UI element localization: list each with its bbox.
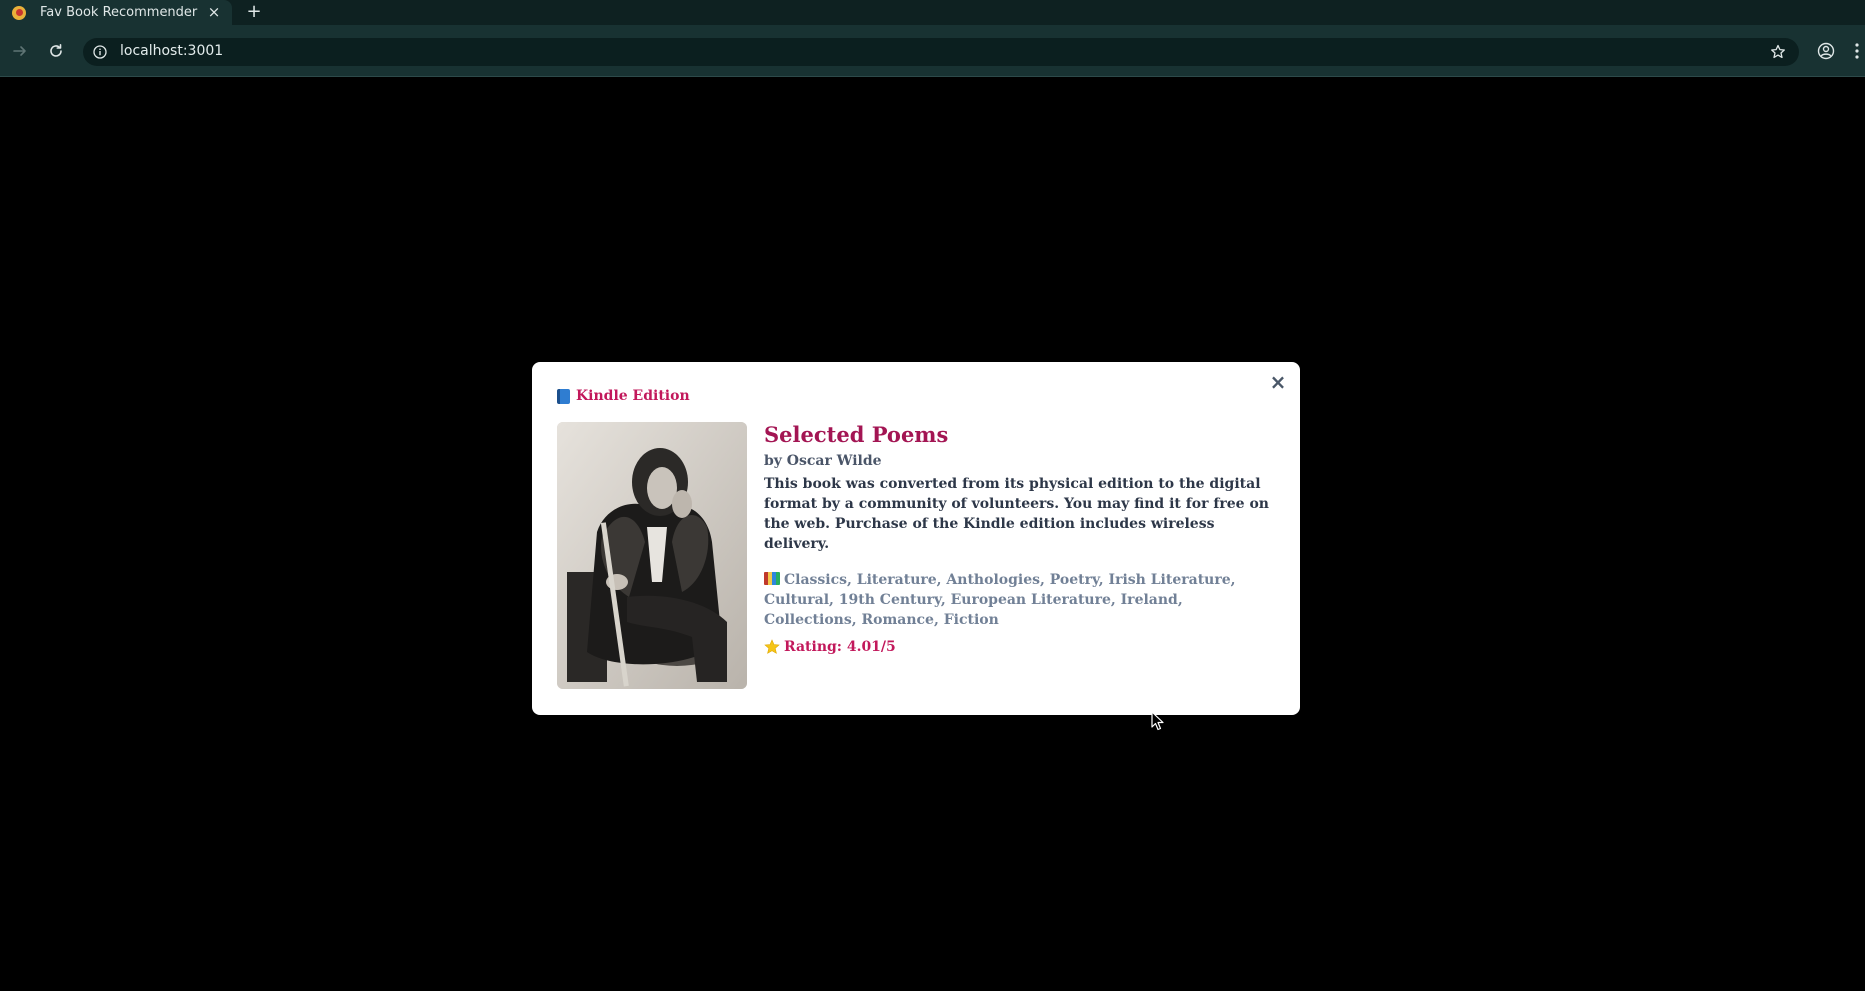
tab-strip: Fav Book Recommender × +: [0, 0, 1865, 25]
book-cover-image: [557, 422, 747, 689]
book-title: Selected Poems: [764, 422, 949, 447]
book-detail-modal: × Kindle Edition Selected Poems by Oscar…: [532, 362, 1300, 715]
reload-button[interactable]: [44, 39, 68, 63]
profile-icon[interactable]: [1815, 40, 1837, 62]
blue-book-icon: [557, 388, 570, 404]
edition-label: Kindle Edition: [557, 388, 690, 404]
book-info: Selected Poems by Oscar Wilde This book …: [764, 421, 1279, 656]
genres-text: Classics, Literature, Anthologies, Poetr…: [764, 572, 1236, 628]
info-icon[interactable]: [92, 44, 108, 60]
tab-title: Fav Book Recommender: [40, 5, 198, 20]
arrow-right-icon: [13, 46, 26, 56]
rating-text: Rating: 4.01/5: [784, 639, 896, 655]
browser-toolbar: localhost:3001: [0, 25, 1865, 77]
url-text: localhost:3001: [120, 43, 224, 59]
book-author: by Oscar Wilde: [764, 453, 882, 469]
reload-icon: [50, 44, 62, 57]
kebab-menu-icon[interactable]: [1852, 40, 1862, 62]
new-tab-button[interactable]: +: [244, 2, 264, 22]
tab-close-icon[interactable]: ×: [206, 4, 222, 20]
edition-text: Kindle Edition: [576, 388, 690, 404]
address-bar[interactable]: localhost:3001: [83, 38, 1799, 66]
book-rating: Rating: 4.01/5: [764, 638, 1279, 656]
book-favicon-icon: [12, 5, 26, 20]
star-icon: [764, 639, 780, 654]
forward-button[interactable]: [8, 39, 32, 63]
browser-tab[interactable]: Fav Book Recommender ×: [0, 0, 232, 25]
close-icon[interactable]: ×: [1268, 372, 1288, 392]
bookmark-star-icon[interactable]: [1769, 43, 1787, 61]
mouse-cursor-icon: [1151, 711, 1164, 731]
books-icon: [764, 572, 780, 585]
book-description: This book was converted from its physica…: [764, 476, 1269, 552]
book-genres: Classics, Literature, Anthologies, Poetr…: [764, 570, 1279, 630]
page-backdrop[interactable]: × Kindle Edition Selected Poems by Oscar…: [0, 78, 1865, 991]
